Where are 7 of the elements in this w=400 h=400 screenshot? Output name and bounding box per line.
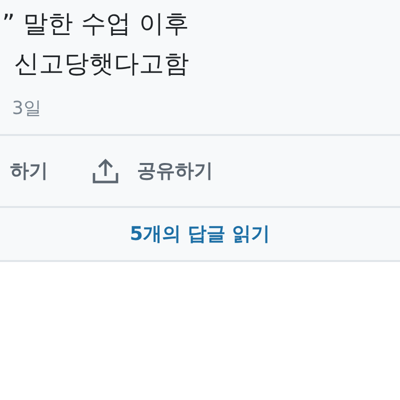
tweet-text: 신고당햇다고함 [13,48,190,80]
share-icon [92,158,119,184]
tweet-date: 3일 [11,97,42,121]
tweet-text: ” 말한 수업 이후 [1,8,190,40]
reply-button[interactable]: 하기 [10,158,48,184]
read-replies-link[interactable]: 5개의 답글 읽기 [0,208,400,260]
share-button[interactable]: 공유하기 [92,158,213,184]
